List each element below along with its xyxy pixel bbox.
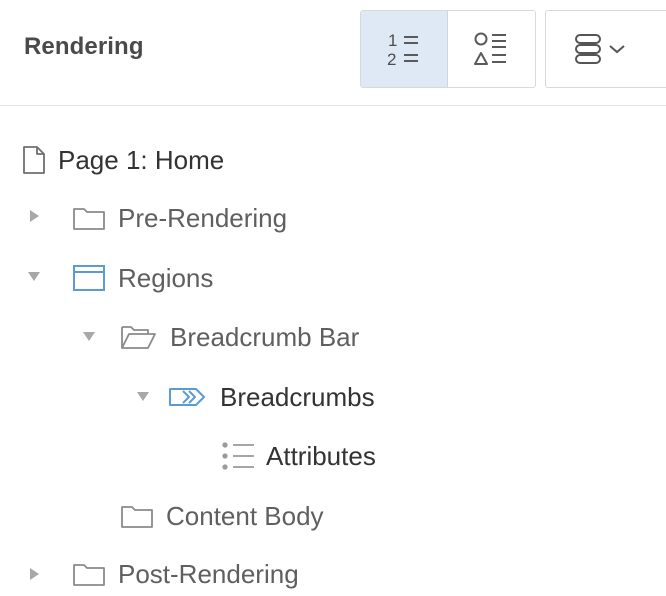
collapse-toggle-breadcrumbs[interactable] [136,389,150,403]
shape-list-icon [473,32,506,65]
rendering-panel: Rendering 1 2 Page 1: Home Pre-Rendering… [0,0,666,590]
tree-item-label: Page 1: Home [58,145,225,175]
tree-item-post-rendering[interactable]: Post-Rendering [72,552,299,596]
tree-item-breadcrumb-bar[interactable]: Breadcrumb Bar [120,315,359,359]
ordered-view-button[interactable]: 1 2 [361,11,448,87]
tree-item-label: Content Body [166,501,324,531]
collapse-toggle-breadcrumb-bar[interactable] [82,329,96,343]
tree-item-attributes[interactable]: Attributes [220,434,376,478]
expand-toggle-pre-rendering[interactable] [27,209,41,223]
folder-icon [120,503,154,529]
caret-down-icon [137,392,149,401]
folder-icon [72,205,106,231]
display-menu-button[interactable] [545,10,666,88]
tree-item-label: Regions [118,263,214,293]
svg-text:2: 2 [387,50,396,69]
tree-item-label: Breadcrumbs [220,382,375,412]
view-toggle-group: 1 2 [360,10,536,88]
tree-item-pre-rendering[interactable]: Pre-Rendering [72,196,287,240]
tree-item-regions[interactable]: Regions [72,256,213,300]
tree-item-content-body[interactable]: Content Body [120,494,324,538]
panel-title: Rendering [24,33,144,60]
tree-item-label: Pre-Rendering [118,203,288,233]
caret-down-icon [28,272,40,281]
panel-header: Rendering 1 2 [0,0,666,106]
folder-icon [72,561,106,587]
breadcrumb-icon [168,386,208,408]
page-icon [22,145,46,175]
tree-item-page[interactable]: Page 1: Home [22,138,224,182]
collapse-toggle-regions[interactable] [27,269,41,283]
caret-right-icon [30,210,39,222]
svg-text:1: 1 [388,31,397,50]
tree-item-label: Breadcrumb Bar [170,322,360,352]
chevron-down-icon [609,45,625,54]
region-icon [72,264,106,292]
shapes-view-button[interactable] [448,11,535,87]
expand-toggle-post-rendering[interactable] [27,567,41,581]
caret-down-icon [83,332,95,341]
tree-item-label: Post-Rendering [118,559,299,589]
folder-open-icon [120,323,158,351]
ordered-list-icon: 1 2 [387,31,418,69]
caret-right-icon [30,568,39,580]
attributes-icon [220,441,256,471]
stack-icon [575,34,601,64]
tree-item-breadcrumbs[interactable]: Breadcrumbs [168,375,375,419]
tree-item-label: Attributes [266,441,376,471]
